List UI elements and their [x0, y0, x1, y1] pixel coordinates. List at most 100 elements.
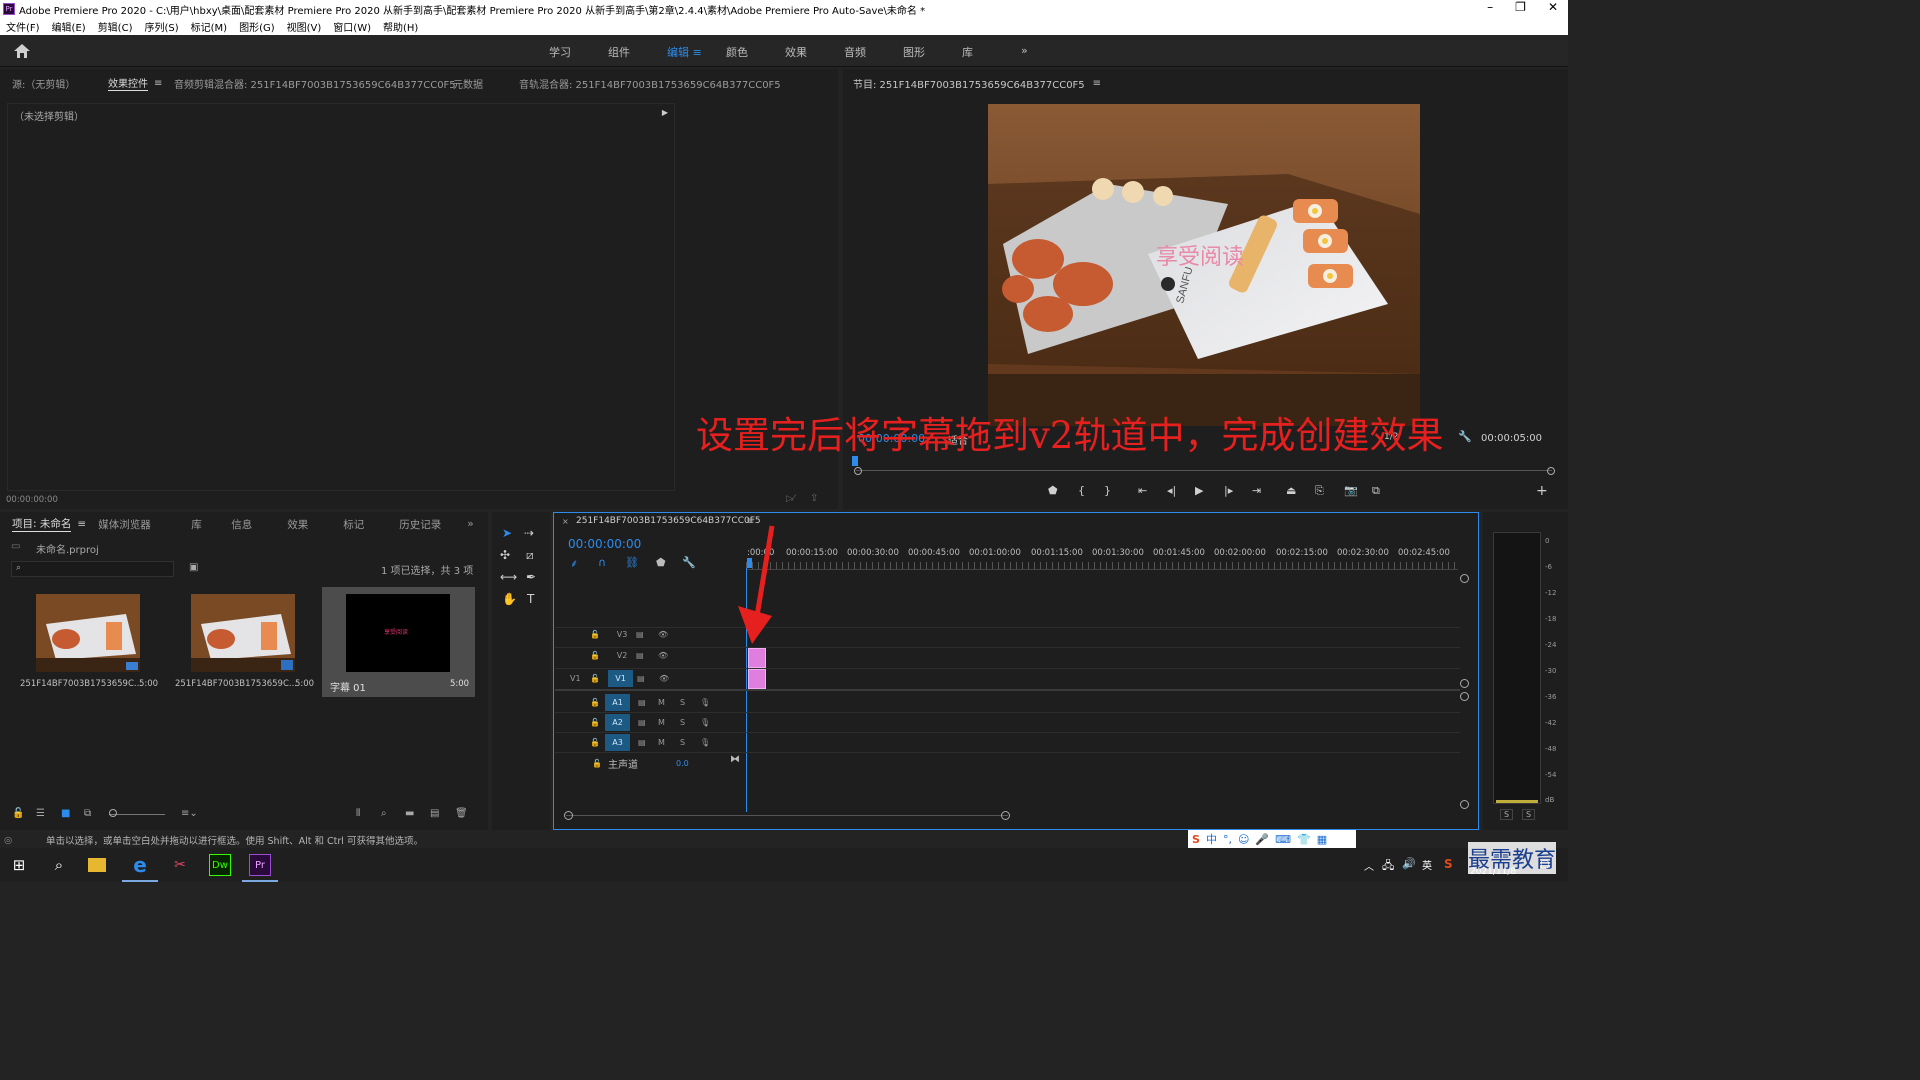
solo-button[interactable]: S	[680, 718, 700, 727]
mute-button[interactable]: M	[658, 698, 680, 707]
timeline-horizontal-scrollbar[interactable]	[566, 815, 1008, 816]
eye-icon[interactable]: 👁	[658, 630, 668, 639]
nest-sequence-icon[interactable]: ⸙	[570, 556, 578, 571]
lock-track-icon[interactable]: 🔓	[590, 738, 605, 747]
sogou-tray-icon[interactable]: S	[1444, 857, 1453, 871]
home-icon[interactable]	[14, 44, 30, 58]
app-tool-icon[interactable]: ✂	[169, 854, 191, 876]
program-menu-icon[interactable]: ≡	[1085, 78, 1101, 89]
add-button-icon[interactable]: +	[1536, 483, 1548, 499]
workspace-tab-effects[interactable]: 效果	[785, 44, 844, 60]
lock-track-icon[interactable]: 🔓	[592, 759, 608, 768]
close-sequence-icon[interactable]: ×	[562, 517, 569, 526]
menu-sequence[interactable]: 序列(S)	[144, 19, 178, 34]
voiceover-mic-icon[interactable]: 🎙	[700, 698, 710, 707]
time-ruler[interactable]	[746, 562, 1458, 570]
go-to-in-icon[interactable]: ⇤	[1138, 484, 1167, 498]
video-vscroll-handle-bottom[interactable]	[1460, 679, 1469, 688]
mark-in-icon[interactable]: {	[1078, 484, 1104, 498]
timeline-timecode[interactable]: 00:00:00:00	[568, 537, 641, 551]
source-patch-v1[interactable]: V1	[570, 674, 590, 683]
volume-icon[interactable]: 🔊	[1402, 857, 1416, 870]
find-icon[interactable]: ⌕	[381, 808, 387, 819]
tab-info[interactable]: 信息	[231, 517, 287, 532]
panel-overflow-icon[interactable]: »	[467, 518, 473, 530]
timeline-hscroll-handle-right[interactable]	[1001, 811, 1010, 820]
menu-edit[interactable]: 编辑(E)	[52, 19, 86, 34]
solo-button[interactable]: S	[680, 698, 700, 707]
track-target-v1[interactable]: V1	[608, 670, 633, 687]
program-zoom-handle-right[interactable]	[1547, 467, 1555, 475]
play-icon[interactable]: ▶	[1195, 484, 1224, 498]
workspace-menu-icon[interactable]: ≡	[693, 46, 702, 59]
master-volume-value[interactable]: 0.0	[676, 759, 689, 768]
ime-chinese-mode[interactable]: 中	[1206, 831, 1217, 847]
lock-track-icon[interactable]: 🔓	[590, 651, 608, 660]
comparison-view-icon[interactable]: ⧉	[1372, 484, 1400, 498]
trash-icon[interactable]: 🗑	[455, 808, 468, 819]
restore-button[interactable]: ❐	[1515, 0, 1526, 14]
mark-out-icon[interactable]: }	[1104, 484, 1138, 498]
audio-vscroll-handle-bottom[interactable]	[1460, 800, 1469, 809]
freeform-view-icon[interactable]: ⧉	[84, 808, 91, 819]
export-frame-camera-icon[interactable]: 📷	[1344, 484, 1372, 498]
track-select-tool-icon[interactable]: ⇢	[524, 526, 534, 540]
timeline-settings-wrench-icon[interactable]: 🔧	[682, 556, 696, 569]
premiere-taskbar-icon[interactable]: Pr	[249, 854, 271, 876]
workspace-tab-libraries[interactable]: 库	[962, 44, 1021, 60]
tab-menu-icon[interactable]: ≡	[148, 78, 174, 89]
mute-button[interactable]: M	[658, 738, 680, 747]
pen-tool-icon[interactable]: ✒	[526, 570, 536, 584]
tab-audio-track-mixer[interactable]: 音轨混合器: 251F14BF7003B1753659C64B377CC0F5	[519, 76, 781, 91]
track-target-a2[interactable]: A2	[605, 714, 630, 731]
sort-icon[interactable]: ≡⌄	[181, 808, 198, 819]
lock-track-icon[interactable]: 🔓	[590, 674, 608, 683]
list-view-icon[interactable]: ☰	[36, 808, 45, 819]
project-item-2[interactable]: 251F14BF7003B1753659C... 5:00	[167, 587, 317, 697]
lock-track-icon[interactable]: 🔓	[590, 718, 605, 727]
file-explorer-icon[interactable]	[88, 858, 106, 872]
tab-media-browser[interactable]: 媒体浏览器	[98, 517, 191, 532]
meter-solo-right[interactable]: S	[1522, 809, 1536, 820]
export-icon[interactable]: ⇪	[810, 493, 818, 504]
icon-view-icon[interactable]: ■	[61, 808, 70, 819]
lock-track-icon[interactable]: 🔓	[590, 630, 608, 639]
dreamweaver-icon[interactable]: Dw	[209, 854, 231, 876]
sync-lock-icon[interactable]: ▤	[638, 738, 658, 747]
expand-arrow-icon[interactable]: ▶	[662, 108, 668, 117]
close-button[interactable]: ✕	[1548, 0, 1558, 14]
project-item-3-selected[interactable]: 享受阅读 字幕 01 5:00	[322, 587, 475, 697]
tab-effect-controls[interactable]: 效果控件	[108, 75, 148, 91]
menu-marker[interactable]: 标记(M)	[191, 19, 227, 34]
slip-tool-icon[interactable]: ⟷	[500, 570, 517, 584]
step-forward-icon[interactable]: |▸	[1224, 484, 1252, 498]
go-to-master-end-icon[interactable]: ⧓	[730, 754, 740, 765]
ime-tray-icon[interactable]: 英	[1422, 857, 1432, 872]
edge-browser-icon[interactable]: e	[129, 853, 151, 877]
project-menu-icon[interactable]: ≡	[71, 518, 98, 530]
project-search-input[interactable]: ⌕	[11, 561, 174, 577]
voiceover-mic-icon[interactable]: 🎙	[700, 738, 710, 747]
timeline-hscroll-handle-left[interactable]	[564, 811, 573, 820]
audio-vscroll-handle-top[interactable]	[1460, 692, 1469, 701]
add-marker-timeline-icon[interactable]: ⬟	[656, 556, 666, 569]
menu-help[interactable]: 帮助(H)	[383, 19, 418, 34]
taskbar-search-icon[interactable]: ⌕	[48, 854, 70, 876]
new-bin-from-search-icon[interactable]: ▣	[189, 562, 198, 573]
menu-file[interactable]: 文件(F)	[6, 19, 40, 34]
new-bin-icon[interactable]: ▬	[405, 808, 414, 819]
tab-project[interactable]: 项目: 未命名	[12, 516, 72, 532]
extract-icon[interactable]: ⎘	[1315, 484, 1344, 498]
notification-icon[interactable]: ▢	[1540, 859, 1549, 870]
track-target-a3[interactable]: A3	[605, 734, 630, 751]
workspace-tab-assembly[interactable]: 组件	[608, 44, 667, 60]
menu-graphics[interactable]: 图形(G)	[239, 19, 275, 34]
workspace-tab-editing[interactable]: 编辑 ≡	[667, 44, 726, 60]
ripple-edit-tool-icon[interactable]: ✣	[500, 548, 510, 562]
lock-icon[interactable]: 🔓	[12, 808, 24, 819]
workspace-more-button[interactable]: »	[1021, 44, 1041, 60]
voiceover-mic-icon[interactable]: 🎙	[700, 718, 710, 727]
solo-button[interactable]: S	[680, 738, 700, 747]
razor-tool-icon[interactable]: ⧄	[526, 548, 534, 563]
punctuation-icon[interactable]: °,	[1223, 833, 1232, 846]
